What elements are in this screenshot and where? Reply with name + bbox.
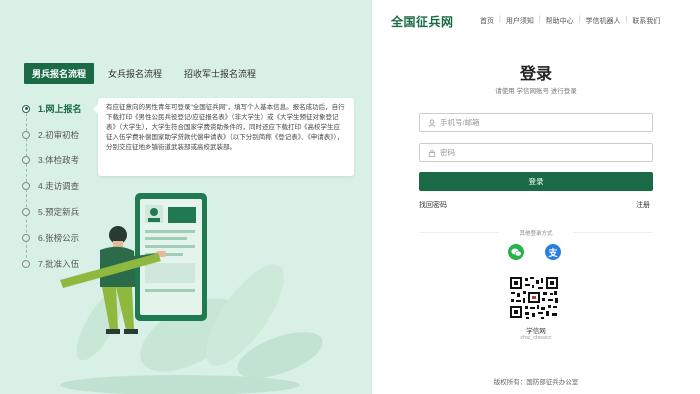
forgot-password-link[interactable]: 找回密码 [419, 200, 447, 210]
wechat-login-icon[interactable] [508, 244, 524, 260]
step-dot-icon [22, 130, 30, 139]
site-logo[interactable]: 全国征兵网 [391, 13, 454, 30]
step-label: 1.网上报名 [38, 104, 82, 115]
nav-home[interactable]: 首页 [476, 16, 498, 26]
tab-nco-process[interactable]: 招收军士报名流程 [176, 63, 264, 84]
step-dot-icon [22, 208, 30, 217]
tab-female-process[interactable]: 女兵报名流程 [100, 63, 170, 84]
register-link[interactable]: 注册 [636, 200, 650, 210]
alipay-login-icon[interactable]: 支 [545, 244, 561, 260]
qr-account-id: chsi_chesicc [520, 335, 552, 341]
user-icon [428, 119, 436, 127]
step-dot-icon [22, 259, 30, 268]
login-button[interactable]: 登录 [419, 172, 653, 191]
password-field[interactable] [419, 143, 653, 162]
step-label: 2.初审初检 [38, 129, 80, 140]
step-online-registration[interactable]: 1.网上报名 [22, 96, 82, 122]
nav-help-center[interactable]: 帮助中心 [542, 16, 578, 26]
other-login-methods: 其他登录方式 [419, 229, 653, 237]
tab-male-process[interactable]: 男兵报名流程 [24, 63, 95, 84]
username-field[interactable] [419, 113, 653, 132]
step-description: 有应征意向的男性青年可登录"全国征兵网"，填写个人基本信息。报名成功后，自行下载… [93, 98, 354, 176]
step-dot-icon [22, 182, 30, 191]
login-panel: 全国征兵网 首页 | 用户须知 | 帮助中心 | 学信机器人 | 联系我们 登录 请使用… [372, 0, 700, 394]
password-input[interactable] [440, 148, 630, 157]
process-tabs: 男兵报名流程 女兵报名流程 招收军士报名流程 [24, 63, 270, 84]
nav-user-notice[interactable]: 用户须知 [502, 16, 538, 26]
nav-contact-us[interactable]: 联系我们 [628, 16, 664, 26]
step-dot-icon [22, 104, 30, 113]
wechat-icon [510, 248, 521, 256]
step-preliminary-check[interactable]: 2.初审初检 [22, 122, 82, 148]
lock-icon [428, 149, 436, 157]
qr-label: 学信网 [526, 328, 546, 335]
login-subtitle: 请使用 学信网账号 进行登录 [495, 88, 577, 95]
nav-chsi-robot[interactable]: 学信机器人 [581, 16, 624, 26]
top-nav: 首页 | 用户须知 | 帮助中心 | 学信机器人 | 联系我们 [476, 16, 664, 26]
step-label: 3.体检政考 [38, 155, 80, 166]
process-panel: 男兵报名流程 女兵报名流程 招收军士报名流程 1.网上报名 2.初审初检 3.体… [0, 0, 372, 394]
login-title: 登录 [519, 66, 552, 83]
registration-illustration [60, 193, 323, 394]
step-dot-icon [22, 156, 30, 165]
step-physical-exam[interactable]: 3.体检政考 [22, 148, 82, 174]
qr-code [508, 275, 560, 320]
copyright-footer: 版权所有：国防部征兵办公室 [493, 379, 579, 386]
step-dot-icon [22, 233, 30, 242]
username-input[interactable] [440, 118, 630, 127]
